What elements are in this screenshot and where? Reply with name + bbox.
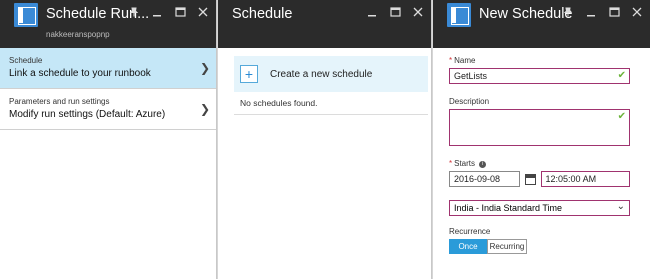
menu-item-label: Modify run settings (Default: Azure) [9,109,166,120]
description-field[interactable]: ✔ [449,109,630,146]
name-value: GetLists [454,71,488,81]
blade-subtitle: nakkeeranspopnp [46,30,110,39]
recurrence-recurring-option[interactable]: Recurring [487,239,527,254]
recurrence-label: Recurrence [449,227,491,236]
blade-header: Schedule Run... nakkeeranspopnp [0,0,216,48]
start-time-field[interactable]: 12:05:00 AM [540,171,630,187]
starts-label-text: Starts [454,159,476,168]
maximize-icon[interactable] [607,5,621,19]
menu-item-schedule[interactable]: Schedule Link a schedule to your runbook… [0,48,216,89]
create-schedule-label: Create a new schedule [270,68,373,80]
minimize-icon[interactable] [584,5,598,19]
description-label: Description [449,97,490,106]
create-schedule-button[interactable]: + Create a new schedule [234,56,428,92]
pin-icon[interactable] [561,5,575,19]
menu-item-label: Link a schedule to your runbook [9,68,151,79]
schedule-icon [447,3,471,27]
schedule-runbook-blade: Schedule Run... nakkeeranspopnp Schedule… [0,0,217,279]
chevron-right-icon: ❯ [199,61,210,75]
plus-icon: + [240,65,258,83]
menu-item-parameters[interactable]: Parameters and run settings Modify run s… [0,89,216,130]
menu-item-heading: Parameters and run settings [9,97,110,106]
close-icon[interactable] [196,5,210,19]
close-icon[interactable] [630,5,644,19]
runbook-icon [14,3,38,27]
recurrence-once-option[interactable]: Once [449,239,487,254]
blade-header: Schedule [218,0,431,48]
menu-item-heading: Schedule [9,56,43,65]
name-label: * Name [449,56,630,65]
maximize-icon[interactable] [173,5,187,19]
start-datetime-row: 2016-09-08 12:05:00 AM [449,171,630,187]
close-icon[interactable] [411,5,425,19]
timezone-select[interactable]: India - India Standard Time ⌄ [449,200,630,216]
maximize-icon[interactable] [388,5,402,19]
schedule-blade: Schedule + Create a new schedule No sche… [218,0,432,279]
checkmark-icon: ✔ [617,70,626,81]
chevron-right-icon: ❯ [199,102,210,116]
info-icon[interactable]: i [479,161,487,168]
new-schedule-form: * Name GetLists ✔ Description ✔ * Starts i … [433,48,650,254]
starts-label: * Starts i [449,159,630,168]
blade-header: New Schedule [433,0,650,48]
name-label-text: Name [454,56,476,65]
start-date-field[interactable]: 2016-09-08 [449,171,520,187]
checkmark-icon: ✔ [617,111,626,122]
start-date-value: 2016-09-08 [454,174,501,184]
blade-title: Schedule [232,6,293,22]
start-time-value: 12:05:00 AM [545,174,597,184]
empty-state-text: No schedules found. [234,92,428,115]
timezone-value: India - India Standard Time [454,203,563,213]
blade-title: New Schedule [479,6,573,22]
required-marker: * [449,159,453,168]
pin-icon[interactable] [127,5,141,19]
new-schedule-blade: New Schedule * Name GetLists ✔ Descripti… [433,0,650,279]
calendar-icon[interactable] [524,173,536,185]
minimize-icon[interactable] [150,5,164,19]
chevron-down-icon: ⌄ [616,201,625,212]
required-marker: * [449,56,453,65]
minimize-icon[interactable] [365,5,379,19]
name-field[interactable]: GetLists ✔ [449,68,630,84]
portal-blades: Schedule Run... nakkeeranspopnp Schedule… [0,0,650,279]
recurrence-toggle: Once Recurring [449,239,630,254]
